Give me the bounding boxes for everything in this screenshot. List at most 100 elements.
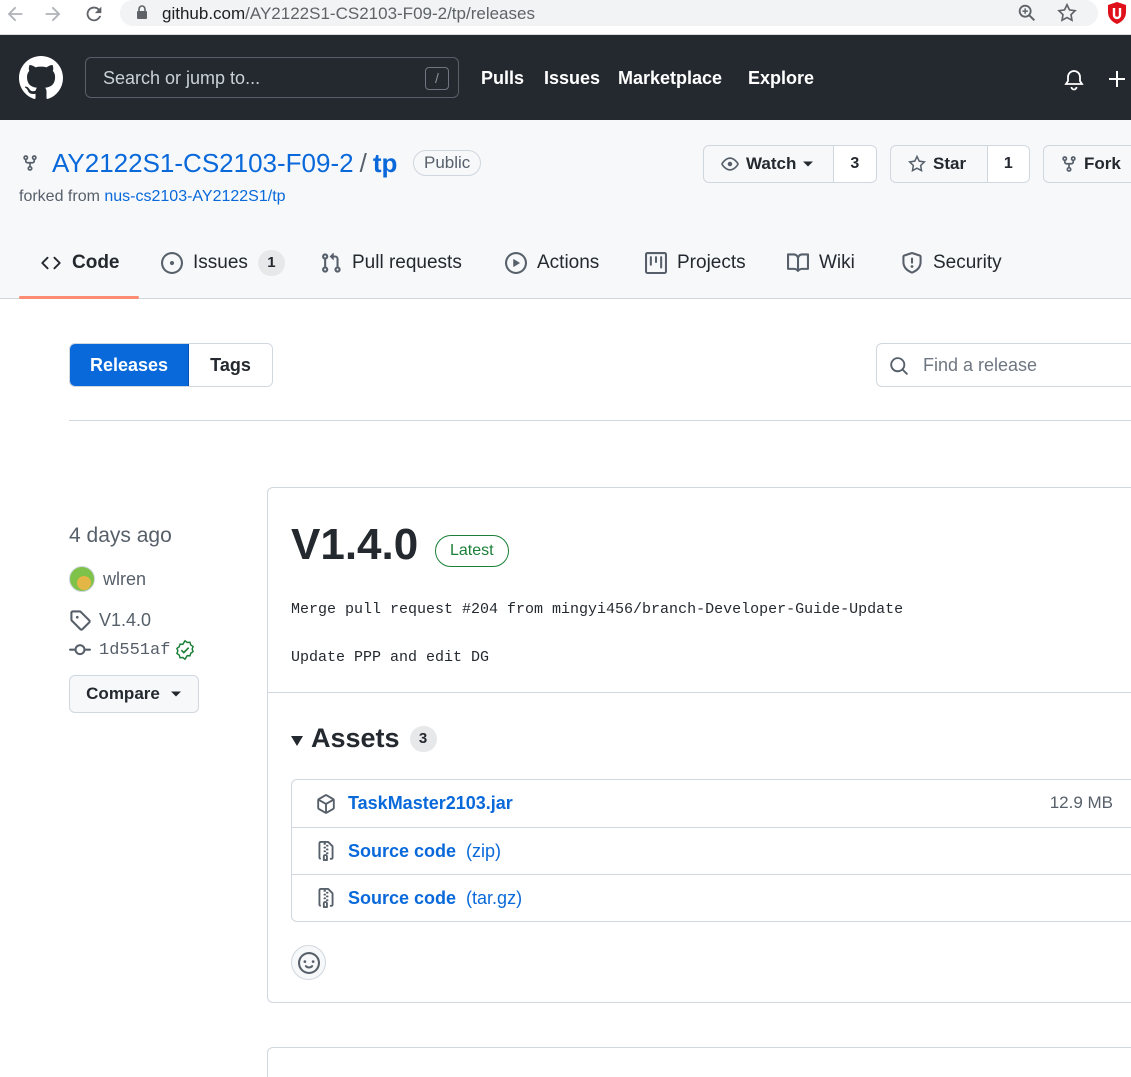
star-count[interactable]: 1 [986,146,1029,182]
repo-owner-link[interactable]: AY2122S1-CS2103-F09-2 [52,148,354,178]
lock-icon[interactable] [136,5,148,20]
play-icon [505,251,527,274]
address-bar[interactable]: github.com/AY2122S1-CS2103-F09-2/tp/rele… [120,0,1098,26]
author-name: wlren [103,568,147,589]
release-tag-link[interactable]: V1.4.0 [69,609,151,631]
add-reaction-button[interactable] [291,945,326,980]
release-title[interactable]: V1.4.0 [291,520,418,570]
reload-icon[interactable] [83,3,105,25]
search-placeholder: Search or jump to... [103,68,261,88]
watch-button[interactable]: Watch [704,146,833,182]
forked-from-link[interactable]: nus-cs2103-AY2122S1/tp [104,188,285,205]
zoom-icon[interactable] [1016,2,1038,24]
active-tab-indicator [19,296,139,299]
repo-name-link[interactable]: tp [373,148,398,178]
star-button-group: Star 1 [890,145,1030,183]
nav-pulls[interactable]: Pulls [481,68,524,89]
release-commit-link[interactable]: 1d551af [69,639,196,661]
global-search-input[interactable]: Search or jump to... / [85,57,459,98]
tab-pull-requests[interactable]: Pull requests [320,226,462,299]
extension-shield-icon[interactable] [1106,1,1128,25]
eye-icon [720,155,740,173]
fork-icon [1060,154,1078,174]
star-icon [907,154,927,174]
plus-icon[interactable] [1106,68,1128,90]
asset-extension[interactable]: (tar.gz) [466,888,522,909]
watch-button-group: Watch 3 [703,145,877,183]
next-release-card [267,1047,1131,1077]
repo-tabs: Code Issues 1 Pull requests Actions Proj… [0,226,1131,299]
find-release-input[interactable]: Find a release [876,343,1131,387]
tab-security[interactable]: Security [901,226,1002,299]
card-divider [268,692,1131,693]
tab-actions[interactable]: Actions [505,226,599,299]
find-release-placeholder: Find a release [923,355,1038,375]
tab-issues-label: Issues [193,251,248,273]
asset-name[interactable]: Source code [348,841,456,862]
list-item[interactable]: Source code (tar.gz) [292,874,1131,921]
list-item[interactable]: TaskMaster2103.jar 12.9 MB [292,780,1131,827]
repo-header: AY2122S1-CS2103-F09-2/tp Public forked f… [0,120,1131,299]
tags-toggle-button[interactable]: Tags [189,344,272,386]
release-time: 4 days ago [69,524,172,547]
asset-name[interactable]: Source code [348,888,456,909]
asset-size: 12.9 MB [1049,793,1113,812]
back-arrow-icon[interactable] [4,3,26,25]
asset-list: TaskMaster2103.jar 12.9 MB Source code (… [291,779,1131,922]
releases-toggle-button[interactable]: Releases [70,344,189,386]
assets-count-badge: 3 [409,725,437,752]
commit-sha: 1d551af [99,640,171,660]
latest-badge: Latest [435,535,509,567]
asset-extension[interactable]: (zip) [466,841,501,862]
fork-button[interactable]: Fork [1044,146,1131,182]
issues-count-badge: 1 [257,249,285,276]
project-icon [645,251,667,274]
asset-name[interactable]: TaskMaster2103.jar [348,793,513,814]
bell-icon[interactable] [1062,68,1086,92]
browser-toolbar: github.com/AY2122S1-CS2103-F09-2/tp/rele… [0,0,1131,35]
forked-from-text: forked from nus-cs2103-AY2122S1/tp [19,188,286,206]
assets-heading: Assets [311,723,400,753]
list-item[interactable]: Source code (zip) [292,827,1131,874]
github-logo-icon[interactable] [19,56,63,100]
forward-arrow-icon[interactable] [42,3,64,25]
tag-icon [69,609,91,631]
nav-marketplace[interactable]: Marketplace [618,68,722,89]
shield-icon [901,251,923,274]
fork-label: Fork [1084,154,1121,173]
verified-check-icon [174,639,196,661]
star-button[interactable]: Star [891,146,987,182]
fork-button-group: Fork [1043,145,1131,183]
chevron-down-icon [170,690,182,698]
release-author[interactable]: wlren [69,566,146,592]
pull-request-icon [320,252,342,274]
avatar [69,566,95,592]
assets-toggle[interactable]: Assets 3 [291,723,437,754]
package-icon [316,793,336,814]
section-divider [69,420,1131,421]
chevron-down-icon [802,160,814,168]
file-zip-icon [316,887,336,909]
tab-actions-label: Actions [537,251,600,273]
book-icon [787,252,809,274]
tab-projects[interactable]: Projects [645,226,746,299]
nav-explore[interactable]: Explore [748,68,814,89]
release-message-line-2: Update PPP and edit DG [291,649,490,666]
tab-issues[interactable]: Issues 1 [161,226,285,299]
bookmark-star-icon[interactable] [1056,2,1078,24]
global-header: Search or jump to... / Pulls Issues Mark… [0,35,1131,120]
nav-issues[interactable]: Issues [544,68,600,89]
tab-wiki[interactable]: Wiki [787,226,855,299]
forked-from-prefix: forked from [19,188,100,205]
compare-button[interactable]: Compare [69,675,199,713]
watch-count[interactable]: 3 [832,146,876,182]
repo-title: AY2122S1-CS2103-F09-2/tp [52,148,397,179]
tab-projects-label: Projects [677,251,746,273]
star-label: Star [933,154,967,173]
search-icon [889,356,909,376]
tab-code[interactable]: Code [40,226,120,299]
repo-title-separator: / [359,148,367,178]
tab-pull-requests-label: Pull requests [352,251,462,273]
tab-code-label: Code [72,251,120,273]
watch-label: Watch [746,154,797,173]
